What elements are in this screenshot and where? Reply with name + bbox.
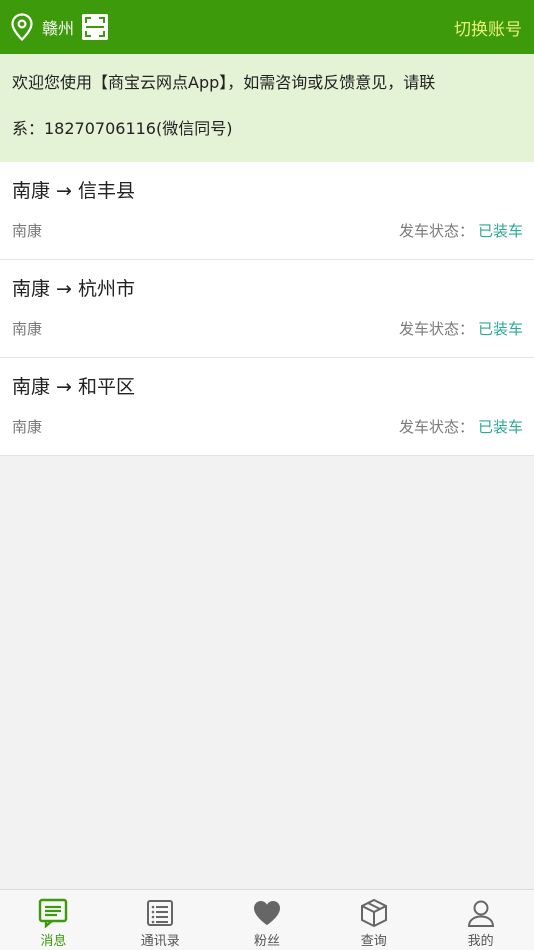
status-label: 发车状态： bbox=[398, 222, 474, 240]
shipment-route: 南康 → 和平区 bbox=[12, 376, 135, 398]
top-bar: 赣州 切换账号 bbox=[0, 0, 534, 54]
shipment-origin: 南康 bbox=[12, 320, 43, 338]
shipment-route: 南康 → 杭州市 bbox=[12, 278, 135, 300]
shipment-status: 发车状态： 已装车 bbox=[399, 416, 523, 437]
location-pin-icon[interactable] bbox=[10, 13, 34, 42]
tab-messages[interactable]: 消息 bbox=[0, 890, 107, 950]
shipment-row[interactable]: 南康 → 杭州市 南康 发车状态： 已装车 bbox=[0, 260, 534, 358]
shipment-status: 发车状态： 已装车 bbox=[399, 318, 523, 339]
box-icon bbox=[360, 898, 387, 928]
tab-label: 消息 bbox=[40, 934, 67, 949]
status-value: 已装车 bbox=[477, 320, 523, 338]
shipment-origin: 南康 bbox=[12, 418, 43, 436]
tab-label: 粉丝 bbox=[253, 934, 280, 949]
welcome-notice: 欢迎您使用【商宝云网点App】，如需咨询或反馈意见，请联 系：182707061… bbox=[0, 54, 534, 162]
shipment-list: 南康 → 信丰县 南康 发车状态： 已装车 南康 → 杭州市 南康 发车状态： 已装… bbox=[0, 162, 534, 456]
tab-label: 我的 bbox=[467, 934, 494, 949]
tab-mine[interactable]: 我的 bbox=[427, 890, 534, 950]
city-label[interactable]: 赣州 bbox=[42, 15, 74, 39]
tab-contacts[interactable]: 通讯录 bbox=[107, 890, 214, 950]
status-value: 已装车 bbox=[477, 418, 523, 436]
tab-query[interactable]: 查询 bbox=[320, 890, 427, 950]
shipment-route: 南康 → 信丰县 bbox=[12, 180, 135, 202]
shipment-status: 发车状态： 已装车 bbox=[399, 220, 523, 241]
scan-icon[interactable] bbox=[82, 14, 109, 40]
tab-label: 通讯录 bbox=[140, 934, 180, 949]
shipment-row[interactable]: 南康 → 和平区 南康 发车状态： 已装车 bbox=[0, 358, 534, 456]
switch-account-button[interactable]: 切换账号 bbox=[454, 15, 522, 40]
status-label: 发车状态： bbox=[398, 418, 474, 436]
bottom-tab-bar: 消息 通讯录 粉丝 查询 我的 bbox=[0, 889, 534, 950]
status-label: 发车状态： bbox=[398, 320, 474, 338]
message-icon bbox=[39, 898, 68, 928]
tab-label: 查询 bbox=[360, 934, 387, 949]
tab-fans[interactable]: 粉丝 bbox=[214, 890, 321, 950]
notice-line-2: 系：18270706116(微信同号) bbox=[12, 119, 233, 138]
status-value: 已装车 bbox=[477, 222, 523, 240]
contacts-icon bbox=[147, 900, 174, 926]
shipment-origin: 南康 bbox=[12, 222, 43, 240]
shipment-row[interactable]: 南康 → 信丰县 南康 发车状态： 已装车 bbox=[0, 162, 534, 260]
heart-icon bbox=[253, 901, 280, 925]
notice-line-1: 欢迎您使用【商宝云网点App】，如需咨询或反馈意见，请联 bbox=[12, 73, 436, 92]
profile-icon bbox=[467, 900, 494, 927]
